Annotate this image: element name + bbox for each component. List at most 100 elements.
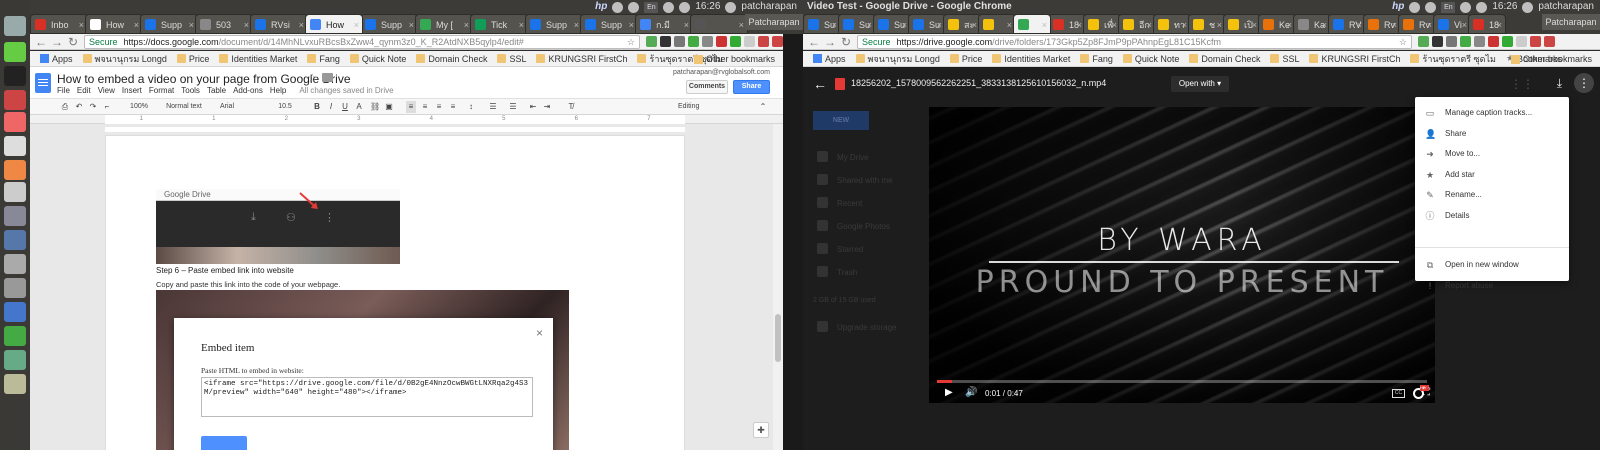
wifi-icon[interactable] — [1460, 1, 1472, 13]
menu-help[interactable]: Help — [270, 86, 286, 95]
ext-icon[interactable] — [1460, 36, 1471, 47]
tab-close-icon[interactable]: × — [1147, 15, 1152, 33]
tab-close-icon[interactable]: × — [1112, 15, 1117, 33]
ext-icon[interactable] — [716, 36, 727, 47]
menu-file[interactable]: File — [57, 86, 70, 95]
menu-insert[interactable]: Insert — [122, 86, 142, 95]
video-player[interactable]: BY WARA PROUND TO PRESENT ▶ 🔊 0:01 / 0:4… — [929, 107, 1435, 403]
clock[interactable]: 16:26 — [695, 0, 720, 14]
tab-close-icon[interactable]: × — [1252, 15, 1257, 33]
menu-item[interactable]: 👤 Share — [1415, 124, 1569, 144]
align-justify-icon[interactable]: ≡ — [448, 101, 458, 113]
bookmark-item[interactable]: Apps — [813, 54, 846, 64]
back-icon[interactable]: ← — [807, 35, 821, 49]
text-color-button[interactable]: A — [354, 101, 364, 113]
address-bar[interactable]: Secure https://docs.google.com/document/d… — [84, 35, 640, 49]
ext-icon[interactable] — [674, 36, 685, 47]
launcher-terminal-icon[interactable] — [4, 66, 26, 86]
wifi-icon[interactable] — [663, 1, 675, 13]
scrollbar-thumb[interactable] — [775, 314, 781, 362]
browser-tab[interactable]: 18 × — [1048, 14, 1086, 34]
ext-icon[interactable] — [744, 36, 755, 47]
browser-tab[interactable]: RV × — [1328, 14, 1366, 34]
browser-tab[interactable]: Ka × — [1293, 14, 1331, 34]
launcher-software-icon[interactable] — [4, 160, 26, 180]
menu-item[interactable]: ➜ Move to... — [1415, 144, 1569, 164]
align-center-icon[interactable]: ≡ — [420, 101, 430, 113]
menu-item[interactable]: ! Report abuse — [1415, 276, 1569, 296]
volume-icon[interactable] — [679, 1, 691, 13]
menu-format[interactable]: Format — [149, 86, 174, 95]
bookmark-item[interactable]: Fang — [1080, 54, 1113, 64]
tab-close-icon[interactable]: × — [1042, 15, 1047, 33]
menu-tools[interactable]: Tools — [181, 86, 200, 95]
bulleted-list-icon[interactable]: ☰ — [508, 101, 518, 113]
hp-icon[interactable]: hp — [595, 0, 607, 14]
paint-format-icon[interactable]: ⌐ — [102, 101, 112, 113]
bold-button[interactable]: B — [312, 101, 322, 113]
browser-tab[interactable]: How × — [85, 14, 143, 34]
fullscreen-icon[interactable]: ⛶ — [1423, 387, 1430, 398]
launcher-app2-icon[interactable] — [4, 254, 26, 274]
star-icon[interactable]: ☆ — [307, 71, 318, 85]
print-icon[interactable]: ⎙ — [60, 101, 70, 113]
menu-item[interactable]: ★ Add star — [1415, 165, 1569, 185]
menu-item[interactable]: ⓘ Details — [1415, 206, 1569, 226]
play-icon[interactable]: ▶ — [945, 387, 953, 398]
browser-tab[interactable]: Rv × — [1363, 14, 1401, 34]
align-left-icon[interactable]: ≡ — [406, 101, 416, 113]
ext-icon[interactable] — [646, 36, 657, 47]
tab-close-icon[interactable]: × — [1182, 15, 1187, 33]
profile-button[interactable]: Patcharapan — [1542, 14, 1600, 30]
browser-tab[interactable]: Supp × — [360, 14, 418, 34]
menu-edit[interactable]: Edit — [77, 86, 91, 95]
undo-icon[interactable]: ↶ — [74, 101, 84, 113]
link-icon[interactable]: ⛓ — [370, 101, 380, 113]
lang-icon[interactable]: En — [644, 1, 659, 13]
account-email[interactable]: patcharapan@rvglobalsoft.com — [673, 69, 770, 76]
bookmark-item[interactable]: พจนานุกรม Longd — [82, 52, 167, 66]
reload-icon[interactable]: ↻ — [66, 35, 80, 49]
reload-icon[interactable]: ↻ — [839, 35, 853, 49]
browser-tab[interactable]: Supp × — [140, 14, 198, 34]
collapse-icon[interactable]: ⌃ — [758, 101, 768, 113]
tab-close-icon[interactable]: × — [134, 15, 139, 33]
launcher-camera-icon[interactable] — [4, 278, 26, 298]
screenshot-image[interactable]: Google Drive ⤓ ⚇ ⋮ — [156, 189, 400, 264]
sync-icon[interactable] — [628, 1, 640, 13]
bookmark-star-icon[interactable]: ☆ — [1399, 36, 1407, 48]
tab-close-icon[interactable]: × — [1287, 15, 1292, 33]
launcher-home-icon[interactable] — [4, 16, 26, 36]
download-icon[interactable]: ⤓ — [1557, 76, 1562, 91]
tab-close-icon[interactable]: × — [937, 15, 942, 33]
ext-icon[interactable] — [702, 36, 713, 47]
other-bookmarks[interactable]: Other bookmarks — [1510, 51, 1592, 66]
browser-tab[interactable]: Supp × — [525, 14, 583, 34]
browser-tab[interactable]: × — [1013, 14, 1051, 34]
bookmark-item[interactable]: Identities Market — [992, 54, 1070, 64]
hp-icon[interactable]: hp — [1392, 0, 1404, 14]
sync-icon[interactable] — [1425, 1, 1437, 13]
increase-indent-icon[interactable]: ⇥ — [542, 101, 552, 113]
ext-icon[interactable] — [1530, 36, 1541, 47]
scrollbar[interactable] — [773, 124, 783, 450]
menu-item[interactable]: ⧉ Open in new window — [1415, 255, 1569, 275]
menu-addons[interactable]: Add-ons — [233, 86, 263, 95]
launcher-writer-icon[interactable] — [4, 136, 26, 156]
ext-icon[interactable] — [1418, 36, 1429, 47]
save-status[interactable]: All changes saved in Drive — [299, 86, 393, 95]
bookmark-item[interactable]: Fang — [307, 54, 340, 64]
editing-mode-select[interactable]: Editing — [678, 101, 718, 113]
browser-tab[interactable]: Tick × — [470, 14, 528, 34]
browser-tab[interactable]: Su × — [838, 14, 876, 34]
comments-button[interactable]: Comments — [686, 80, 728, 94]
bookmark-item[interactable]: ร้านซุดราตรี ซุดไม — [1410, 52, 1496, 66]
profile-button[interactable]: Patcharapan — [745, 14, 803, 30]
browser-tab[interactable]: ช × — [1188, 14, 1226, 34]
bookmark-item[interactable]: SSL — [1270, 54, 1299, 64]
back-arrow-icon[interactable]: ← — [813, 76, 827, 92]
decrease-indent-icon[interactable]: ⇤ — [528, 101, 538, 113]
tab-close-icon[interactable]: × — [1462, 15, 1467, 33]
menu-table[interactable]: Table — [207, 86, 226, 95]
gear-icon[interactable] — [725, 1, 737, 13]
